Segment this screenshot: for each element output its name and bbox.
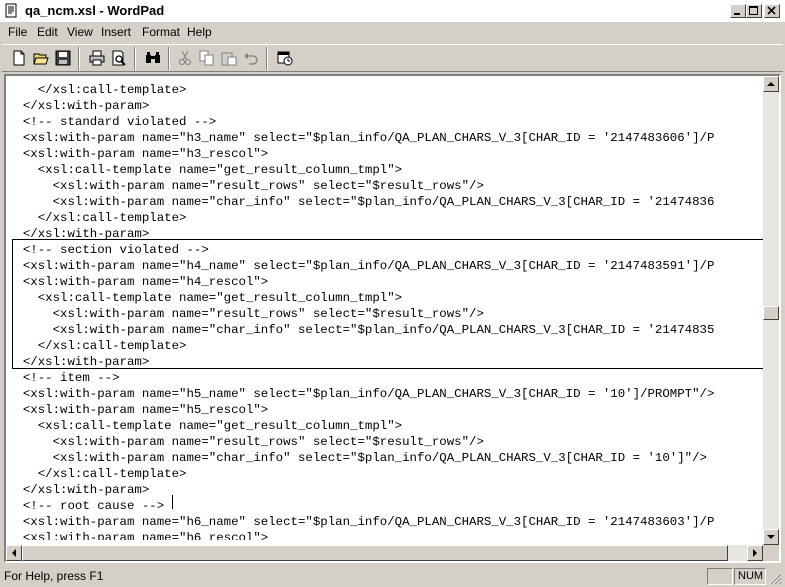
- code-line[interactable]: </xsl:call-template>: [8, 466, 187, 482]
- print-preview-icon: [112, 50, 126, 66]
- new-button[interactable]: [8, 48, 30, 69]
- status-help-text: For Help, press F1: [4, 569, 104, 583]
- close-icon: [767, 6, 776, 15]
- print-button[interactable]: [86, 48, 108, 69]
- num-lock-indicator: NUM: [734, 568, 766, 585]
- cut-button[interactable]: [174, 48, 196, 69]
- code-line[interactable]: </xsl:call-template>: [8, 82, 187, 98]
- scroll-up-button[interactable]: [763, 76, 779, 92]
- menu-bar: File Edit View Insert Format Help: [0, 22, 785, 42]
- code-line[interactable]: <xsl:with-param name="char_info" select=…: [8, 450, 707, 466]
- code-line[interactable]: <xsl:with-param name="h5_name" select="$…: [8, 386, 715, 402]
- horizontal-scroll-thumb[interactable]: [22, 545, 728, 561]
- cut-icon: [179, 50, 191, 65]
- save-button[interactable]: [52, 48, 74, 69]
- scroll-right-button[interactable]: [747, 545, 763, 561]
- code-line[interactable]: <!-- standard violated -->: [8, 114, 216, 130]
- scrollbar-corner: [763, 545, 779, 561]
- code-line[interactable]: <xsl:with-param name="h6_rescol">: [8, 530, 268, 540]
- menu-view[interactable]: View: [67, 25, 93, 39]
- code-line[interactable]: <!-- item -->: [8, 370, 120, 386]
- toolbar-separator: [78, 47, 80, 70]
- open-icon: [33, 53, 49, 65]
- window-title: qa_ncm.xsl - WordPad: [25, 3, 165, 18]
- date-time-button[interactable]: [274, 48, 296, 69]
- open-button[interactable]: [30, 48, 52, 69]
- wordpad-window: qa_ncm.xsl - WordPad File Edit View Inse…: [0, 0, 785, 587]
- menu-edit[interactable]: Edit: [37, 25, 58, 39]
- paste-icon: [221, 52, 237, 66]
- title-bar[interactable]: qa_ncm.xsl - WordPad: [0, 0, 785, 22]
- code-line[interactable]: <xsl:call-template name="get_result_colu…: [8, 418, 402, 434]
- code-line[interactable]: <xsl:with-param name="h3_rescol">: [8, 146, 268, 162]
- horizontal-scrollbar[interactable]: [6, 545, 763, 561]
- code-line[interactable]: <xsl:with-param name="h6_name" select="$…: [8, 514, 715, 530]
- menu-file[interactable]: File: [8, 25, 27, 39]
- scroll-left-button[interactable]: [6, 545, 22, 561]
- vertical-scroll-thumb[interactable]: [763, 306, 779, 320]
- arrow-down-icon: [767, 535, 775, 539]
- menu-help[interactable]: Help: [187, 25, 212, 39]
- find-button[interactable]: [142, 48, 164, 69]
- toolbar-separator: [134, 47, 136, 70]
- code-line[interactable]: <xsl:with-param name="h3_name" select="$…: [8, 130, 715, 146]
- maximize-icon: [749, 6, 758, 15]
- close-button[interactable]: [764, 4, 780, 18]
- code-line[interactable]: <xsl:call-template name="get_result_colu…: [8, 162, 402, 178]
- resize-grip-icon[interactable]: [768, 571, 782, 585]
- minimize-icon: [734, 13, 740, 15]
- wordpad-app-icon[interactable]: [4, 3, 19, 18]
- code-line[interactable]: </xsl:with-param>: [8, 482, 149, 498]
- status-panel-empty: [707, 568, 733, 585]
- save-icon: [55, 50, 71, 66]
- code-line[interactable]: <xsl:with-param name="h5_rescol">: [8, 402, 268, 418]
- maximize-button[interactable]: [746, 4, 762, 18]
- copy-icon: [199, 50, 214, 66]
- code-line[interactable]: <xsl:with-param name="result_rows" selec…: [8, 178, 484, 194]
- arrow-right-icon: [753, 549, 757, 557]
- code-line[interactable]: </xsl:with-param>: [8, 98, 149, 114]
- undo-icon: [244, 53, 258, 65]
- menu-insert[interactable]: Insert: [101, 25, 131, 39]
- vertical-scrollbar[interactable]: [763, 76, 779, 545]
- code-line[interactable]: <!-- root cause -->: [8, 498, 164, 514]
- code-line[interactable]: <xsl:with-param name="char_info" select=…: [8, 194, 715, 210]
- find-icon: [146, 52, 160, 63]
- status-bar: For Help, press F1 NUM: [0, 566, 785, 587]
- minimize-button[interactable]: [730, 4, 746, 18]
- paste-button[interactable]: [218, 48, 240, 69]
- print-preview-button[interactable]: [108, 48, 130, 69]
- toolbar: [2, 44, 783, 72]
- new-icon: [13, 50, 25, 66]
- arrow-up-icon: [767, 82, 775, 86]
- code-line[interactable]: <xsl:with-param name="result_rows" selec…: [8, 434, 484, 450]
- toolbar-separator: [168, 47, 170, 70]
- toolbar-separator: [266, 47, 268, 70]
- document-editor[interactable]: </xsl:call-template> </xsl:with-param> <…: [4, 74, 781, 563]
- selection-box: [12, 239, 776, 369]
- scroll-down-button[interactable]: [763, 529, 779, 545]
- text-caret: [172, 495, 173, 509]
- arrow-left-icon: [12, 549, 16, 557]
- date-time-icon: [277, 51, 293, 66]
- code-line[interactable]: </xsl:call-template>: [8, 210, 187, 226]
- undo-button[interactable]: [240, 48, 262, 69]
- copy-button[interactable]: [196, 48, 218, 69]
- print-icon: [89, 50, 105, 66]
- menu-format[interactable]: Format: [142, 25, 180, 39]
